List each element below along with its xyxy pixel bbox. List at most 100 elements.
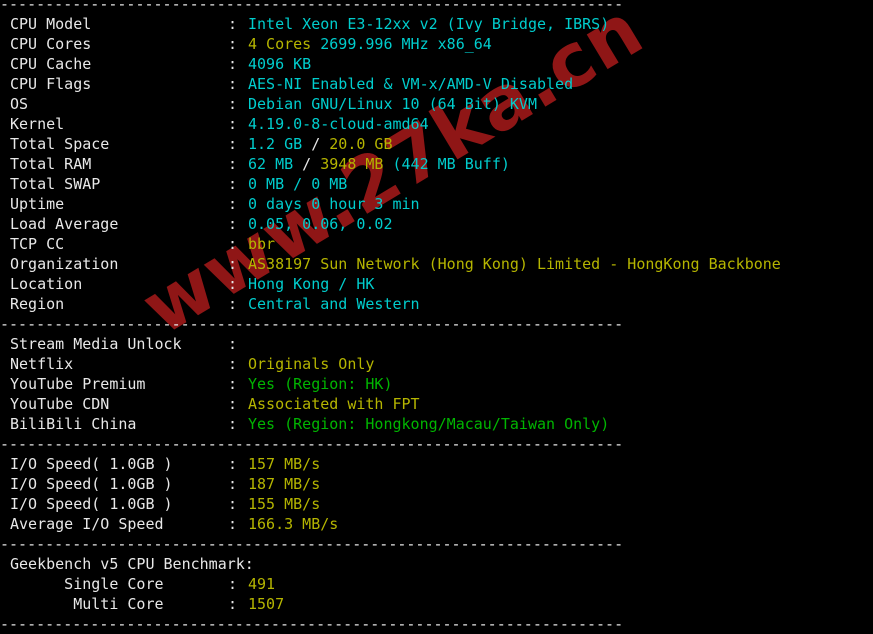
info-row-label: TCP CC: [10, 235, 65, 253]
info-row: Uptime:0 days 0 hour 3 min: [0, 194, 873, 214]
info-row: YouTube CDN: Associated with FPT: [0, 394, 873, 414]
info-row-value: 491: [248, 575, 275, 593]
info-row-value: 187 MB/s: [248, 475, 320, 493]
section-divider: ----------------------------------------…: [0, 0, 624, 13]
value-segment: 1.2 GB: [248, 135, 303, 153]
info-row-value: Debian GNU/Linux 10 (64 Bit) KVM: [248, 95, 537, 113]
info-row-colon: :: [228, 415, 238, 433]
info-row-label: CPU Model: [10, 15, 92, 33]
section-io-speed: I/O Speed( 1.0GB ):157 MB/s I/O Speed( 1.…: [0, 454, 873, 534]
info-row: Multi Core:1507: [0, 594, 873, 614]
section-divider: ----------------------------------------…: [0, 315, 624, 333]
info-row-label: I/O Speed( 1.0GB ): [10, 495, 173, 513]
info-row-colon: :: [228, 275, 238, 293]
value-segment: Originals Only: [248, 355, 375, 373]
value-segment: bbr: [248, 235, 276, 253]
info-row-label: I/O Speed( 1.0GB ): [10, 475, 173, 493]
info-row: BiliBili China: Yes (Region: Hongkong/Mac…: [0, 414, 873, 434]
info-row: Single Core:491: [0, 574, 873, 594]
info-row-value: bbr: [248, 235, 275, 253]
section-stream-media-unlock: Stream Media Unlock: Netflix: Originals On…: [0, 334, 873, 434]
info-row: TCP CC: bbr: [0, 234, 873, 254]
value-segment: 155 MB/s: [248, 495, 321, 513]
info-row: Total RAM:62 MB / 3948 MB (442 MB Buff): [0, 154, 873, 174]
terminal-output: ----------------------------------------…: [0, 0, 873, 633]
info-row-label: Multi Core: [10, 595, 164, 613]
info-row: Stream Media Unlock:: [0, 334, 873, 354]
info-row-colon: :: [228, 95, 238, 113]
info-row-label: Total RAM: [10, 155, 92, 173]
section-divider: ----------------------------------------…: [0, 535, 624, 553]
value-segment: 166.3 MB/s: [248, 515, 339, 533]
value-segment: 0 MB / 0 MB: [248, 175, 348, 193]
info-row: I/O Speed( 1.0GB ):155 MB/s: [0, 494, 873, 514]
value-segment: Intel Xeon E3-12xx v2 (Ivy Bridge, IBRS): [248, 15, 610, 33]
info-row-value: 4 Cores 2699.996 MHz x86_64: [248, 35, 492, 53]
section-heading: Geekbench v5 CPU Benchmark:: [10, 555, 254, 573]
info-row: CPU Flags: AES-NI Enabled & VM-x/AMD-V Di…: [0, 74, 873, 94]
info-row-value: AES-NI Enabled & VM-x/AMD-V Disabled: [248, 75, 573, 93]
info-row-label: Region: [10, 295, 65, 313]
value-segment: 187 MB/s: [248, 475, 321, 493]
info-row: Region: Central and Western: [0, 294, 873, 314]
info-row: Kernel:4.19.0-8-cloud-amd64: [0, 114, 873, 134]
value-segment: Hong Kong / HK: [248, 275, 375, 293]
info-row-value: 157 MB/s: [248, 455, 320, 473]
info-row-label: YouTube Premium: [10, 375, 146, 393]
info-row: Netflix: Originals Only: [0, 354, 873, 374]
value-segment: 491: [248, 575, 276, 593]
info-row-value: 0 MB / 0 MB: [248, 175, 347, 193]
info-row-colon: :: [228, 75, 238, 93]
info-row-label: CPU Flags: [10, 75, 92, 93]
value-segment: Yes (Region: HK): [248, 375, 393, 393]
info-row-colon: :: [228, 455, 238, 473]
info-row-label: Stream Media Unlock: [10, 335, 182, 353]
section-geekbench: Geekbench v5 CPU Benchmark: Single Core:…: [0, 554, 873, 614]
info-row-value: 155 MB/s: [248, 495, 320, 513]
info-row-value: Associated with FPT: [248, 395, 420, 413]
info-row-colon: :: [228, 575, 238, 593]
info-row-label: Total SWAP: [10, 175, 101, 193]
info-row-colon: :: [228, 375, 238, 393]
info-row-label: Load Average: [10, 215, 119, 233]
info-row-value: Hong Kong / HK: [248, 275, 374, 293]
value-segment: 3948 MB: [320, 155, 384, 173]
info-row-label: Average I/O Speed: [10, 515, 164, 533]
info-row-value: 0 days 0 hour 3 min: [248, 195, 420, 213]
value-segment: 0 days 0 hour 3 min: [248, 195, 420, 213]
info-row: CPU Model: Intel Xeon E3-12xx v2 (Ivy Bri…: [0, 14, 873, 34]
info-row-label: Uptime: [10, 195, 65, 213]
value-segment: 157 MB/s: [248, 455, 321, 473]
value-segment: Yes (Region: Hongkong/Macau/Taiwan Only): [248, 415, 610, 433]
value-segment: Debian GNU/Linux 10 (64 Bit) KVM: [248, 95, 537, 113]
info-row-colon: :: [228, 135, 238, 153]
info-row-colon: :: [228, 495, 238, 513]
info-row-label: OS: [10, 95, 29, 113]
info-row-colon: :: [228, 115, 238, 133]
info-row-label: Location: [10, 275, 83, 293]
value-segment: 4.19.0-8-cloud-amd64: [248, 115, 429, 133]
info-row-value: 1507: [248, 595, 284, 613]
info-row-value: Central and Western: [248, 295, 420, 313]
value-segment: (442 MB Buff): [383, 155, 510, 173]
value-segment: AES-NI Enabled & VM-x/AMD-V Disabled: [248, 75, 574, 93]
info-row-value: 4096 KB: [248, 55, 311, 73]
value-segment: 2699.996 MHz x86_64: [311, 35, 492, 53]
info-row-colon: :: [228, 195, 238, 213]
value-segment: 4096 KB: [248, 55, 312, 73]
info-row-label: I/O Speed( 1.0GB ): [10, 455, 173, 473]
info-row-value: 0.05, 0.06, 0.02: [248, 215, 393, 233]
info-row-label: CPU Cores: [10, 35, 92, 53]
info-row-colon: :: [228, 335, 238, 353]
value-segment: 4 Cores: [248, 35, 312, 53]
info-row-colon: :: [228, 295, 238, 313]
info-row-colon: :: [228, 475, 238, 493]
value-segment: Associated with FPT: [248, 395, 420, 413]
value-segment: 20.0 GB: [329, 135, 393, 153]
info-row-colon: :: [228, 55, 238, 73]
info-row-colon: :: [228, 255, 238, 273]
info-row-label: Single Core: [10, 575, 164, 593]
info-row-colon: :: [228, 155, 238, 173]
info-row: Total Space:1.2 GB / 20.0 GB: [0, 134, 873, 154]
info-row-colon: :: [228, 175, 238, 193]
